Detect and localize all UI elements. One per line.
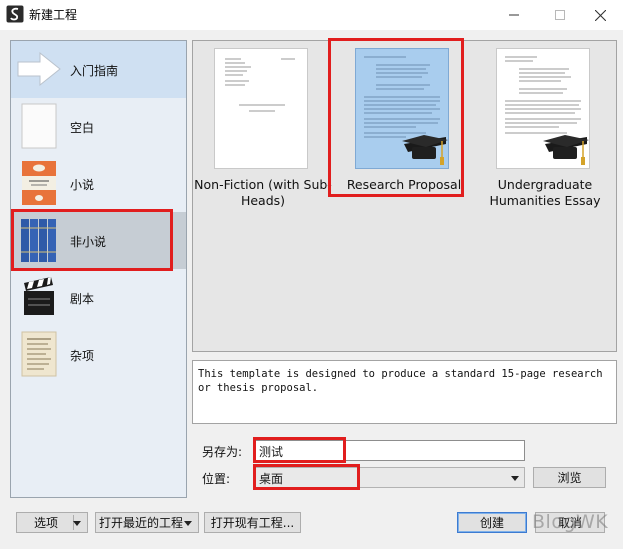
- template-undergraduate-essay[interactable]: Undergraduate Humanities Essay: [475, 41, 615, 211]
- sidebar-item-label: 小说: [70, 178, 95, 192]
- title-bar: 新建工程: [0, 0, 623, 30]
- location-value: 桌面: [259, 472, 284, 486]
- template-label: Research Proposal: [346, 177, 462, 192]
- sidebar-item-label: 剧本: [70, 292, 95, 306]
- save-as-label: 另存为:: [202, 445, 243, 459]
- novel-book-icon: [22, 161, 56, 205]
- maximize-icon: [555, 10, 565, 20]
- template-nonfiction-subheads[interactable]: Non-Fiction (with Sub-Heads): [193, 41, 333, 211]
- close-icon: [594, 9, 606, 21]
- browse-button[interactable]: 浏览: [533, 467, 606, 488]
- open-existing-button[interactable]: 打开现有工程...: [204, 512, 301, 533]
- sidebar-item-script[interactable]: 剧本: [11, 269, 186, 326]
- graduation-cap-document-icon: [505, 56, 589, 165]
- scrivener-app-icon: [6, 5, 24, 23]
- template-thumbnail: [355, 48, 449, 169]
- open-existing-label: 打开现有工程...: [210, 516, 295, 530]
- template-gallery: Non-Fiction (with Sub-Heads) Research Pr…: [192, 40, 617, 352]
- chevron-down-icon: [511, 476, 519, 481]
- create-button[interactable]: 创建: [457, 512, 527, 533]
- misc-paper-icon: [21, 331, 57, 377]
- sidebar-item-label: 入门指南: [70, 64, 119, 78]
- graduation-cap-document-icon: [364, 56, 448, 165]
- template-label: Non-Fiction (with Sub-Heads): [194, 177, 332, 208]
- sidebar-item-label: 空白: [70, 121, 95, 135]
- chevron-down-icon: [73, 521, 81, 526]
- template-research-proposal[interactable]: Research Proposal: [334, 41, 474, 211]
- clapperboard-icon: [24, 277, 54, 315]
- open-recent-button[interactable]: 打开最近的工程: [95, 512, 199, 533]
- window-title: 新建工程: [29, 8, 78, 22]
- sidebar-item-fiction[interactable]: 小说: [11, 155, 186, 212]
- options-label: 选项: [34, 516, 59, 530]
- watermark: BlogWK: [532, 511, 609, 533]
- sidebar-item-label: 杂项: [70, 349, 95, 363]
- open-recent-label: 打开最近的工程: [99, 516, 184, 530]
- sidebar-item-blank[interactable]: 空白: [11, 98, 186, 155]
- category-list: 入门指南 空白 小说 非小说 剧本 杂项: [10, 40, 187, 498]
- arrow-guide-icon: [17, 51, 61, 87]
- blank-page-icon: [21, 103, 57, 149]
- options-button[interactable]: 选项: [16, 512, 88, 533]
- sidebar-item-label: 非小说: [70, 235, 107, 249]
- close-button[interactable]: [577, 0, 623, 30]
- minimize-button[interactable]: [491, 0, 537, 30]
- browse-label: 浏览: [557, 471, 582, 485]
- sidebar-item-misc[interactable]: 杂项: [11, 326, 186, 383]
- template-thumbnail: [496, 48, 590, 169]
- document-preview-icon: [225, 58, 295, 112]
- new-project-dialog: 新建工程 入门指南 空白 小说 非小说 剧本 杂项 Non-Fiction (w…: [0, 0, 623, 549]
- save-as-value: 测试: [259, 445, 284, 459]
- sidebar-item-getting-started[interactable]: 入门指南: [11, 41, 186, 98]
- template-description: This template is designed to produce a s…: [192, 360, 617, 424]
- location-dropdown[interactable]: 桌面: [254, 467, 525, 488]
- template-label: Undergraduate Humanities Essay: [489, 177, 601, 208]
- nonfiction-books-icon: [21, 219, 56, 262]
- location-label: 位置:: [202, 472, 231, 486]
- minimize-icon: [509, 14, 519, 16]
- chevron-down-icon: [184, 521, 192, 526]
- template-thumbnail: [214, 48, 308, 169]
- save-as-field[interactable]: 测试: [254, 440, 525, 461]
- sidebar-item-nonfiction[interactable]: 非小说: [11, 212, 186, 269]
- create-label: 创建: [479, 516, 504, 530]
